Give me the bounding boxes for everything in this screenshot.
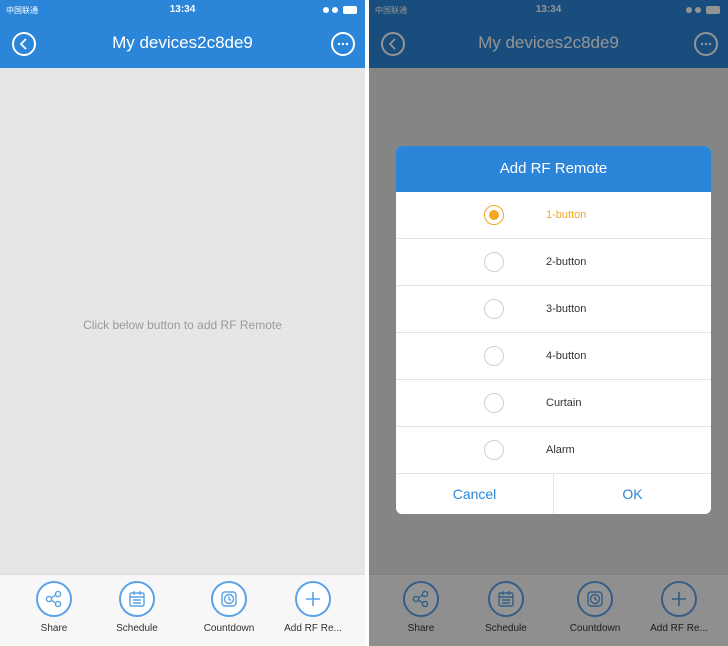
radio-icon — [484, 440, 504, 460]
clock-icon — [211, 581, 247, 617]
cancel-button[interactable]: Cancel — [396, 474, 553, 514]
radio-icon — [484, 346, 504, 366]
empty-state-message: Click below button to add RF Remote — [83, 318, 282, 332]
location-icon — [323, 7, 329, 13]
device-screen-with-dialog: 中国联通 13:34 My devices2c8de9 Share Schedu… — [369, 0, 728, 646]
more-button[interactable] — [331, 32, 355, 56]
tab-share[interactable]: Share — [14, 581, 94, 634]
option-label: 1-button — [546, 209, 587, 221]
radio-icon — [484, 299, 504, 319]
share-icon — [36, 581, 72, 617]
ok-button[interactable]: OK — [553, 474, 711, 514]
page-title: My devices2c8de9 — [112, 33, 253, 52]
battery-icon — [343, 6, 357, 14]
option-alarm[interactable]: Alarm — [396, 427, 711, 474]
tab-add-rf-remote[interactable]: Add RF Re... — [273, 581, 353, 634]
chevron-left-icon — [19, 38, 27, 50]
status-time: 13:34 — [169, 4, 196, 15]
radio-icon — [484, 393, 504, 413]
bottom-toolbar: Share Schedule Countdown Add RF Re... — [0, 574, 365, 646]
nav-bar: My devices2c8de9 — [0, 20, 365, 68]
option-2-button[interactable]: 2-button — [396, 239, 711, 286]
calendar-icon — [119, 581, 155, 617]
system-icons — [323, 6, 357, 14]
back-button[interactable] — [12, 32, 36, 56]
alarm-icon — [332, 7, 338, 13]
tab-label: Countdown — [203, 623, 255, 634]
option-label: 4-button — [546, 350, 587, 362]
dialog-title: Add RF Remote — [396, 146, 711, 192]
option-4-button[interactable]: 4-button — [396, 333, 711, 380]
radio-icon — [484, 252, 504, 272]
status-bar: 中国联通 13:34 — [0, 0, 365, 20]
tab-label: Share — [40, 623, 68, 634]
more-dots-icon — [337, 42, 349, 46]
tab-label: Schedule — [116, 623, 158, 634]
tab-schedule[interactable]: Schedule — [97, 581, 177, 634]
option-label: 2-button — [546, 256, 587, 268]
option-label: Curtain — [546, 397, 582, 409]
option-3-button[interactable]: 3-button — [396, 286, 711, 333]
dialog-actions: Cancel OK — [396, 474, 711, 514]
option-curtain[interactable]: Curtain — [396, 380, 711, 427]
tab-label: Add RF Re... — [284, 623, 342, 634]
tab-countdown[interactable]: Countdown — [189, 581, 269, 634]
option-1-button[interactable]: 1-button — [396, 192, 711, 239]
add-rf-remote-dialog: Add RF Remote 1-button 2-button 3-button… — [396, 146, 711, 514]
option-label: 3-button — [546, 303, 587, 315]
radio-checked-icon — [484, 205, 504, 225]
plus-icon — [295, 581, 331, 617]
option-label: Alarm — [546, 444, 575, 456]
device-screen: 中国联通 13:34 My devices2c8de9 Click below … — [0, 0, 365, 646]
